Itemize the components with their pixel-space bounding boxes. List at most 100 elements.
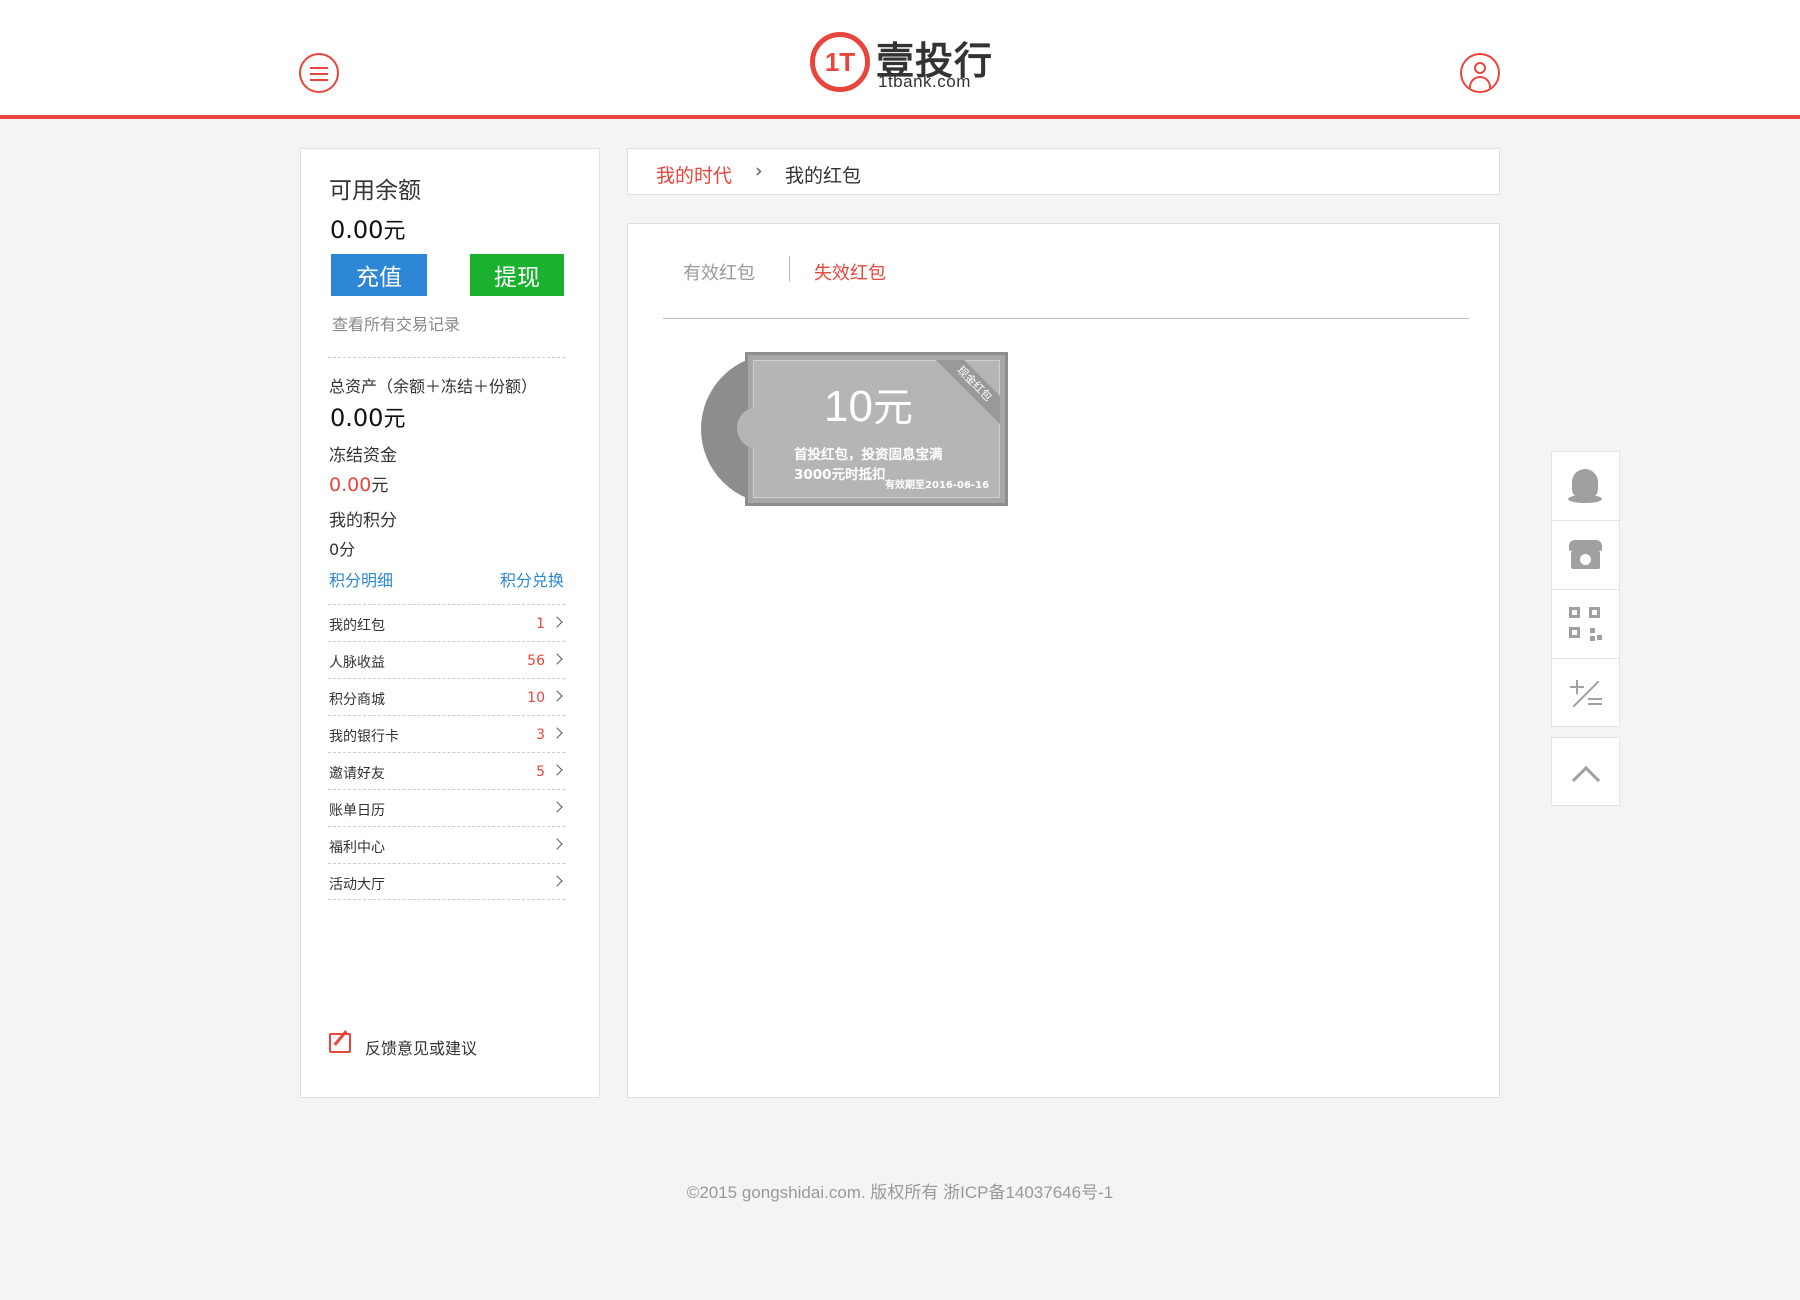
coupon-description-line: 首投红包，投资固息宝满 — [794, 447, 943, 463]
coupon-card-inner: 10元 首投红包，投资固息宝满 3000元时抵扣 有效期至2016-06-16 … — [753, 360, 1000, 498]
withdraw-button[interactable]: 提现 — [470, 254, 564, 296]
user-icon-body — [1469, 76, 1491, 90]
chevron-right-icon — [551, 801, 563, 813]
sidebar-item-label: 账单日历 — [329, 803, 385, 819]
top-header: 1T 壹投行 1tbank.com — [0, 0, 1800, 119]
breadcrumb-current: 我的红包 — [785, 165, 862, 187]
account-sidebar: 可用余额 0.00元 充值 提现 查看所有交易记录 总资产（余额＋冻结＋份额） … — [300, 148, 600, 1098]
coupon-card: 10元 首投红包，投资固息宝满 3000元时抵扣 有效期至2016-06-16 … — [745, 352, 1008, 506]
qr-finder — [1569, 607, 1580, 618]
feedback-label: 反馈意见或建议 — [365, 1039, 478, 1058]
qr-finder — [1569, 627, 1580, 638]
points-exchange-link[interactable]: 积分兑换 — [500, 567, 564, 591]
total-assets-value: 0.00 — [330, 404, 384, 432]
breadcrumb-home-link[interactable]: 我的时代 — [656, 161, 732, 188]
sidebar-item-label: 人脉收益 — [329, 655, 385, 671]
frozen-funds: 0.00元 — [329, 471, 388, 496]
coupon-amount-unit: 元 — [872, 385, 913, 431]
calc-plus — [1576, 680, 1578, 694]
qr-dot — [1597, 635, 1602, 640]
sidebar-item-count: 1 — [536, 616, 545, 632]
floating-toolbar — [1551, 451, 1620, 727]
sidebar-item-invite-friends[interactable]: 邀请好友 5 — [328, 752, 565, 789]
sidebar-item-label: 活动大厅 — [329, 877, 385, 893]
frozen-funds-label: 冻结资金 — [329, 446, 397, 466]
chevron-right-icon — [551, 764, 563, 776]
logo-mark: 1T — [810, 32, 870, 92]
red-packet-tabs: 有效红包 失效红包 — [663, 255, 1469, 319]
qr-finder — [1589, 607, 1600, 618]
sidebar-item-points-mall[interactable]: 积分商城 10 — [328, 678, 565, 715]
tab-expired-red-packets[interactable]: 失效红包 — [814, 259, 886, 285]
calculator-icon[interactable] — [1552, 659, 1619, 728]
sidebar-item-label: 积分商城 — [329, 692, 385, 708]
edit-icon — [329, 1033, 351, 1053]
user-icon-head — [1474, 62, 1486, 74]
sidebar-item-count: 10 — [527, 690, 545, 706]
sidebar-item-network-earnings[interactable]: 人脉收益 56 — [328, 641, 565, 678]
user-account-icon[interactable] — [1460, 53, 1500, 93]
chevron-right-icon — [551, 653, 563, 665]
menu-icon[interactable] — [299, 53, 339, 93]
chevron-right-icon — [551, 727, 563, 739]
coupon-type-label: 现金红包 — [936, 360, 1000, 424]
transaction-records-link[interactable]: 查看所有交易记录 — [332, 311, 460, 335]
qr-code-icon[interactable] — [1552, 590, 1619, 659]
available-balance: 0.00元 — [330, 213, 405, 245]
sidebar-item-bill-calendar[interactable]: 账单日历 — [328, 789, 565, 826]
qq-icon[interactable] — [1552, 452, 1619, 521]
coupon-amount-value: 10 — [824, 382, 873, 431]
points-value: 0分 — [329, 540, 356, 559]
sidebar-item-count: 56 — [527, 653, 545, 669]
balance-value: 0.00 — [330, 216, 384, 244]
menu-line — [310, 67, 328, 69]
phone-icon-dial — [1580, 554, 1591, 565]
total-assets-label: 总资产（余额＋冻结＋份额） — [329, 377, 538, 396]
sidebar-item-label: 我的红包 — [329, 618, 385, 634]
tab-divider — [789, 256, 790, 282]
breadcrumb-separator: › — [755, 160, 763, 182]
sidebar-item-label: 我的银行卡 — [329, 729, 399, 745]
recharge-button[interactable]: 充值 — [331, 254, 427, 296]
calc-equals — [1588, 703, 1602, 705]
sidebar-item-count: 5 — [536, 764, 545, 780]
site-logo[interactable]: 1T 壹投行 1tbank.com — [810, 32, 1000, 94]
sidebar-item-activity-hall[interactable]: 活动大厅 — [328, 863, 565, 900]
calc-equals — [1588, 698, 1602, 700]
coupon-type-ribbon: 现金红包 — [936, 360, 1000, 424]
sidebar-item-welfare-center[interactable]: 福利中心 — [328, 826, 565, 863]
tab-valid-red-packets[interactable]: 有效红包 — [683, 259, 755, 285]
phone-icon-handset — [1569, 540, 1602, 551]
sidebar-item-label: 福利中心 — [329, 840, 385, 856]
sidebar-item-red-packets[interactable]: 我的红包 1 — [328, 604, 565, 641]
sidebar-item-count: 3 — [536, 727, 545, 743]
qr-dot — [1590, 628, 1595, 633]
points-label: 我的积分 — [329, 511, 397, 531]
account-menu-list: 我的红包 1 人脉收益 56 积分商城 10 我的银行卡 3 邀请好友 5 账单… — [328, 604, 565, 900]
breadcrumb: 我的时代 › 我的红包 — [627, 148, 1500, 195]
phone-icon[interactable] — [1552, 521, 1619, 590]
coupon-amount: 10元 — [824, 375, 913, 433]
chevron-right-icon — [551, 616, 563, 628]
red-packet-panel: 有效红包 失效红包 10元 首投红包，投资固息宝满 3000元时抵扣 有效期至2… — [627, 223, 1500, 1098]
logo-domain: 1tbank.com — [878, 72, 971, 91]
frozen-funds-unit: 元 — [371, 476, 389, 496]
coupon-notch — [737, 408, 773, 448]
menu-line — [310, 79, 328, 81]
footer-copyright: ©2015 gongshidai.com. 版权所有 浙ICP备14037646… — [686, 1183, 1114, 1202]
back-to-top-button[interactable] — [1551, 737, 1620, 806]
qr-dot — [1590, 636, 1595, 641]
points-detail-link[interactable]: 积分明细 — [329, 567, 393, 591]
sidebar-item-bank-cards[interactable]: 我的银行卡 3 — [328, 715, 565, 752]
chevron-right-icon — [551, 838, 563, 850]
frozen-funds-value: 0.00 — [329, 474, 372, 496]
menu-line — [310, 73, 328, 75]
balance-unit: 元 — [383, 219, 406, 244]
total-assets-unit: 元 — [383, 407, 406, 432]
sidebar-item-label: 邀请好友 — [329, 766, 385, 782]
coupon-expiry: 有效期至2016-06-16 — [885, 480, 989, 491]
available-balance-label: 可用余额 — [329, 178, 421, 204]
red-packet-coupon[interactable]: 10元 首投红包，投资固息宝满 3000元时抵扣 有效期至2016-06-16 … — [701, 352, 1008, 506]
total-assets: 0.00元 — [330, 401, 405, 433]
divider — [328, 357, 565, 358]
